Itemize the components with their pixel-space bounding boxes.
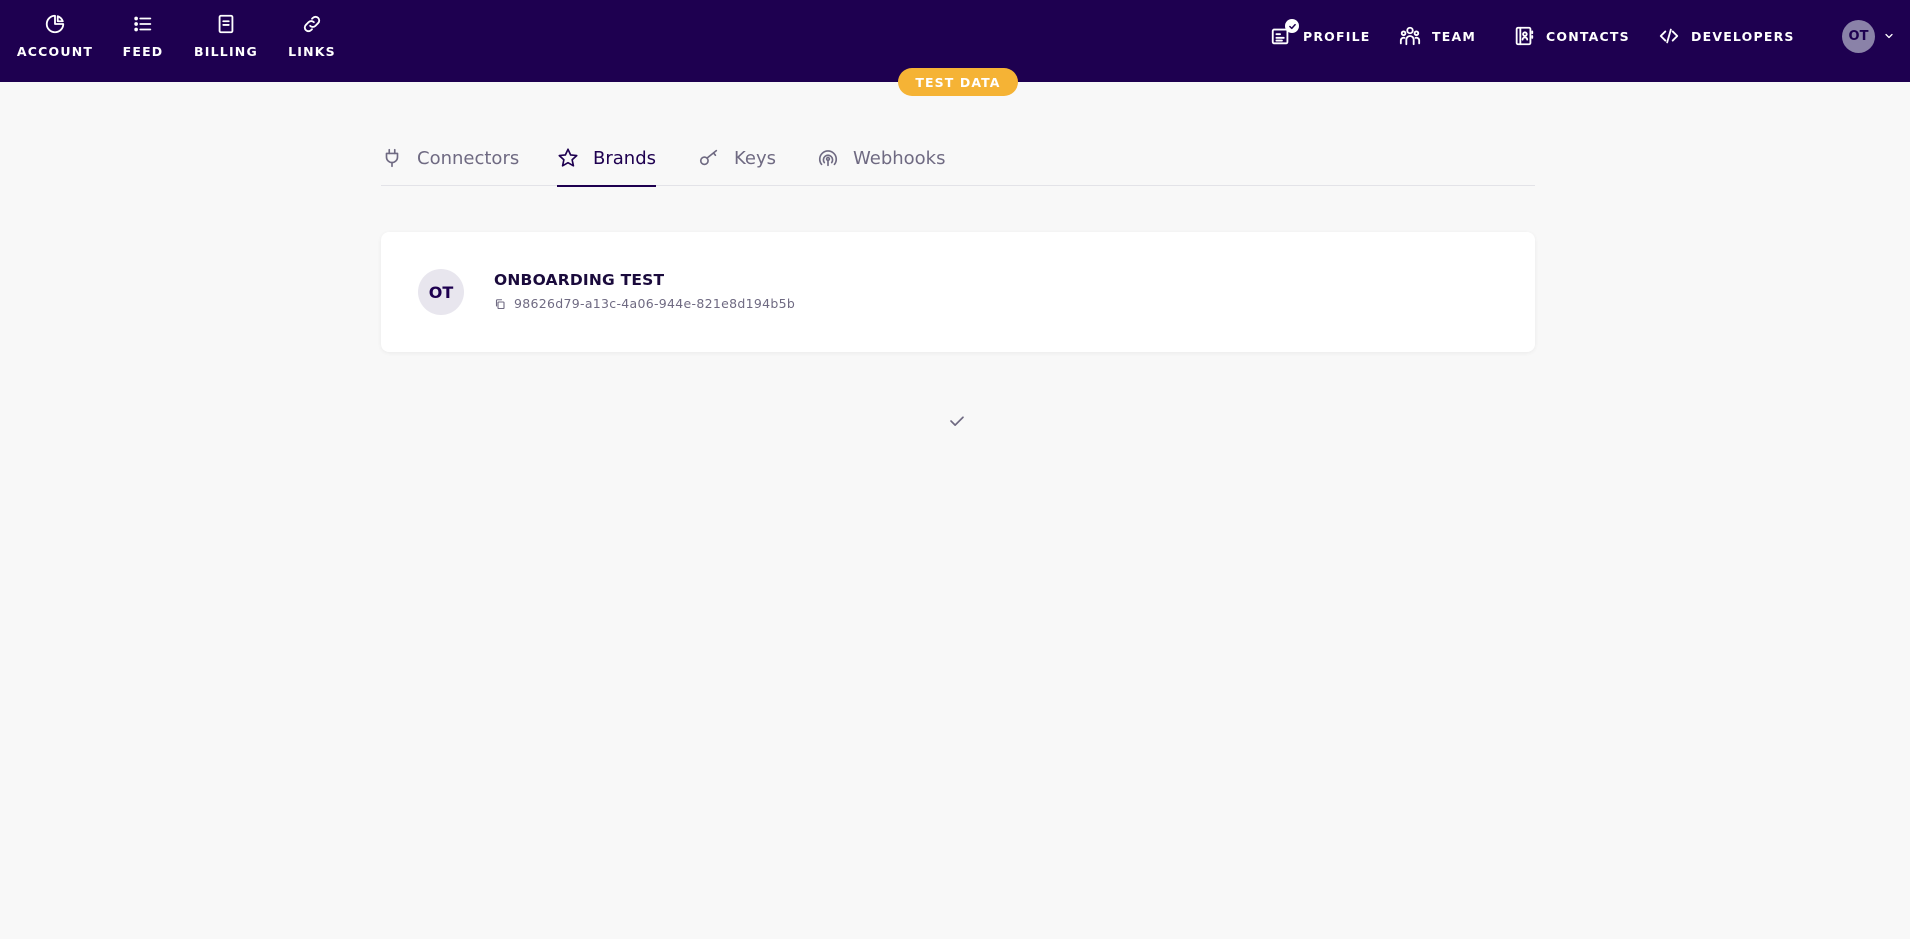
webhook-icon	[818, 150, 838, 167]
tab-webhooks[interactable]: Webhooks	[817, 130, 945, 186]
developer-tabs: Connectors Brands Keys Webhooks	[381, 130, 1535, 187]
nav-profile-label: PROFILE	[1303, 28, 1371, 44]
test-data-badge: TEST DATA	[898, 68, 1018, 96]
team-icon	[1399, 26, 1421, 46]
tab-connectors[interactable]: Connectors	[381, 130, 519, 186]
nav-links-label: LINKS	[288, 44, 336, 59]
key-icon	[699, 149, 718, 166]
link-icon	[303, 15, 321, 33]
document-icon	[218, 14, 234, 34]
brand-id-row: 98626d79-a13c-4a06-944e-821e8d194b5b	[494, 296, 795, 311]
nav-team[interactable]: TEAM	[1399, 25, 1476, 47]
profile-icon-wrap	[1270, 19, 1299, 47]
nav-contacts-label: CONTACTS	[1546, 28, 1630, 44]
nav-profile[interactable]: PROFILE	[1270, 19, 1371, 47]
checkmark-icon	[950, 416, 964, 426]
nav-developers[interactable]: DEVELOPERS	[1658, 25, 1795, 47]
list-icon	[134, 16, 152, 32]
nav-account[interactable]: ACCOUNT	[12, 0, 98, 82]
nav-developers-label: DEVELOPERS	[1691, 28, 1795, 44]
nav-feed-label: FEED	[122, 44, 164, 59]
badge-check-icon	[1288, 23, 1296, 29]
tab-connectors-label: Connectors	[417, 147, 520, 169]
contacts-book-icon	[1515, 26, 1534, 46]
star-icon	[558, 148, 578, 167]
tab-webhooks-label: Webhooks	[853, 147, 946, 169]
brand-name: ONBOARDING TEST	[494, 271, 665, 289]
tab-brands-label: Brands	[593, 147, 656, 169]
tab-brands[interactable]: Brands	[557, 130, 656, 187]
plug-icon	[385, 148, 399, 168]
nav-links[interactable]: LINKS	[280, 0, 344, 82]
chevron-down-icon[interactable]	[1883, 30, 1895, 42]
pie-chart-icon	[45, 14, 65, 34]
brand-id: 98626d79-a13c-4a06-944e-821e8d194b5b	[514, 296, 796, 311]
verified-badge	[1285, 19, 1299, 33]
nav-contacts[interactable]: CONTACTS	[1513, 25, 1630, 47]
tab-keys-label: Keys	[734, 147, 777, 169]
nav-billing-label: BILLING	[194, 44, 258, 59]
copy-icon[interactable]	[494, 298, 506, 310]
nav-team-label: TEAM	[1432, 28, 1476, 44]
brand-card[interactable]: OT ONBOARDING TEST 98626d79-a13c-4a06-94…	[381, 232, 1535, 352]
code-icon	[1659, 28, 1679, 44]
tab-keys[interactable]: Keys	[698, 130, 776, 186]
nav-account-label: ACCOUNT	[16, 44, 94, 59]
nav-billing[interactable]: BILLING	[190, 0, 262, 82]
nav-feed[interactable]: FEED	[114, 0, 172, 82]
user-avatar[interactable]: OT	[1842, 20, 1875, 53]
brand-avatar: OT	[418, 269, 464, 315]
